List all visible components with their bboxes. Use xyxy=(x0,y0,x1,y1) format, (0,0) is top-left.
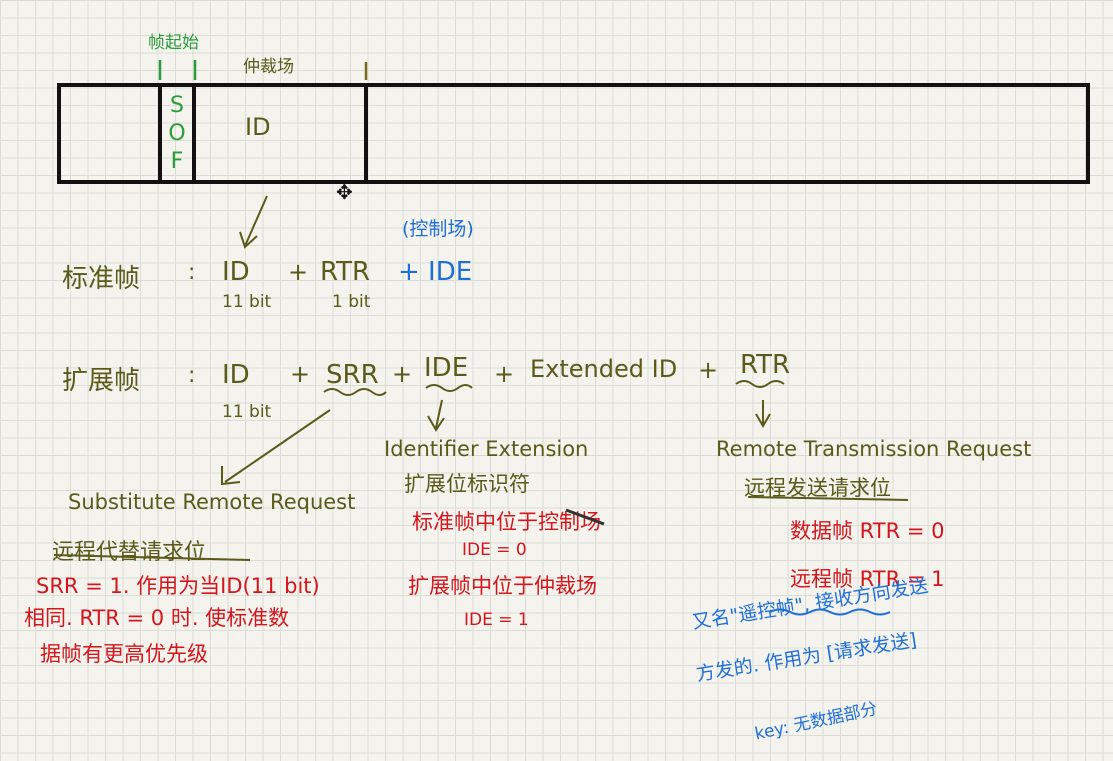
srr-arrow-head xyxy=(221,466,241,486)
extended-id-bits: 11 bit xyxy=(222,402,272,422)
extended-ide: IDE xyxy=(424,353,469,383)
srr-english-name: Substitute Remote Request xyxy=(68,490,356,514)
ide-chinese-name: 扩展位标识符 xyxy=(404,472,530,496)
sof-letter-o: O xyxy=(168,121,186,146)
sof-left-divider xyxy=(158,83,162,184)
ide-squiggle xyxy=(425,384,473,392)
srr-note-line-2: 相同. RTR = 0 时. 使标准数 xyxy=(24,606,290,630)
extended-frame-label: 扩展帧 xyxy=(62,366,141,396)
ide-english-name: Identifier Extension xyxy=(384,437,589,461)
standard-rtr: RTR xyxy=(320,257,371,287)
extended-plus-2: + xyxy=(392,360,413,388)
extended-id: ID xyxy=(222,360,250,390)
standard-plus-1: + xyxy=(288,258,309,286)
ide-extended-note: 扩展帧中位于仲裁场 xyxy=(408,574,597,598)
standard-eq: : xyxy=(188,260,196,285)
ide-arrow-line xyxy=(435,399,443,429)
sof-letters: S O F xyxy=(164,92,190,176)
extended-plus-3: + xyxy=(494,360,515,388)
id-arrow-head xyxy=(239,231,258,249)
control-field-note: (控制场) xyxy=(402,218,474,240)
extended-plus-1: + xyxy=(290,360,311,388)
rtr-english-name: Remote Transmission Request xyxy=(716,437,1032,461)
sof-letter-f: F xyxy=(170,149,184,174)
standard-ide: + IDE xyxy=(398,257,473,287)
move-cursor-icon: ✥ xyxy=(336,180,353,204)
extended-ext-id: Extended ID xyxy=(530,355,678,383)
rtr-squiggle xyxy=(735,380,785,388)
ide-extended-value: IDE = 1 xyxy=(464,610,529,630)
can-frame-box xyxy=(57,83,1090,184)
rtr-arrow-head xyxy=(755,413,771,428)
srr-note-line-3: 据帧有更高优先级 xyxy=(40,642,208,666)
frame-id-label: ID xyxy=(245,113,271,141)
standard-rtr-bits: 1 bit xyxy=(332,292,371,312)
srr-chinese-name: 远程代替请求位 xyxy=(52,540,207,565)
ide-standard-note: 标准帧中位于控制场 xyxy=(412,510,601,534)
standard-id-bits: 11 bit xyxy=(222,292,272,312)
extended-rtr: RTR xyxy=(740,350,791,380)
rtr-chinese-name: 远程发送请求位 xyxy=(744,476,891,500)
sof-right-divider xyxy=(192,83,196,184)
ide-arrow-head xyxy=(427,415,445,432)
sof-letter-s: S xyxy=(170,93,184,118)
rtr-blue-note-3: key: 无数据部分 xyxy=(753,698,880,745)
ide-standard-value: IDE = 0 xyxy=(462,540,527,560)
rtr-blue-note-2: 方发的. 作用为 [请求发送] xyxy=(694,629,919,686)
extended-eq: : xyxy=(188,363,196,388)
sof-label: 帧起始 xyxy=(148,33,199,53)
id-arrow-line xyxy=(244,195,268,247)
standard-frame-label: 标准帧 xyxy=(62,264,141,294)
arbitration-end-divider xyxy=(364,83,368,184)
rtr-data-frame: 数据帧 RTR = 0 xyxy=(790,519,945,543)
extended-plus-4: + xyxy=(698,356,719,384)
srr-note-line-1: SRR = 1. 作用为当ID(11 bit) xyxy=(36,574,320,598)
standard-id: ID xyxy=(222,257,250,287)
extended-srr: SRR xyxy=(326,360,379,390)
arbitration-field-label: 仲裁场 xyxy=(243,57,294,77)
